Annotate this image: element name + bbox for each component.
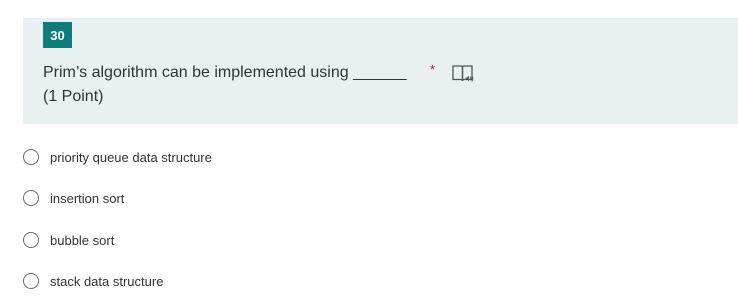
- option-label: priority queue data structure: [50, 149, 212, 165]
- option-label: insertion sort: [50, 190, 125, 206]
- required-marker: *: [430, 62, 436, 77]
- option-priority-queue[interactable]: priority queue data structure: [23, 146, 212, 168]
- question-header: 30 Prim’s algorithm can be implemented u…: [23, 18, 738, 124]
- radio-button[interactable]: [23, 149, 39, 165]
- option-bubble-sort[interactable]: bubble sort: [23, 229, 114, 251]
- question-points: (1 Point): [43, 88, 104, 105]
- immersive-reader-button[interactable]: [451, 63, 475, 85]
- option-stack[interactable]: stack data structure: [23, 270, 163, 292]
- question-number-badge: 30: [43, 22, 72, 48]
- option-insertion-sort[interactable]: insertion sort: [23, 187, 124, 209]
- option-label: stack data structure: [50, 273, 164, 289]
- radio-button[interactable]: [23, 190, 39, 206]
- question-text: Prim’s algorithm can be implemented usin…: [43, 64, 407, 81]
- radio-button[interactable]: [23, 273, 39, 289]
- option-label: bubble sort: [50, 232, 115, 248]
- radio-button[interactable]: [23, 232, 39, 248]
- immersive-reader-icon: [452, 65, 474, 82]
